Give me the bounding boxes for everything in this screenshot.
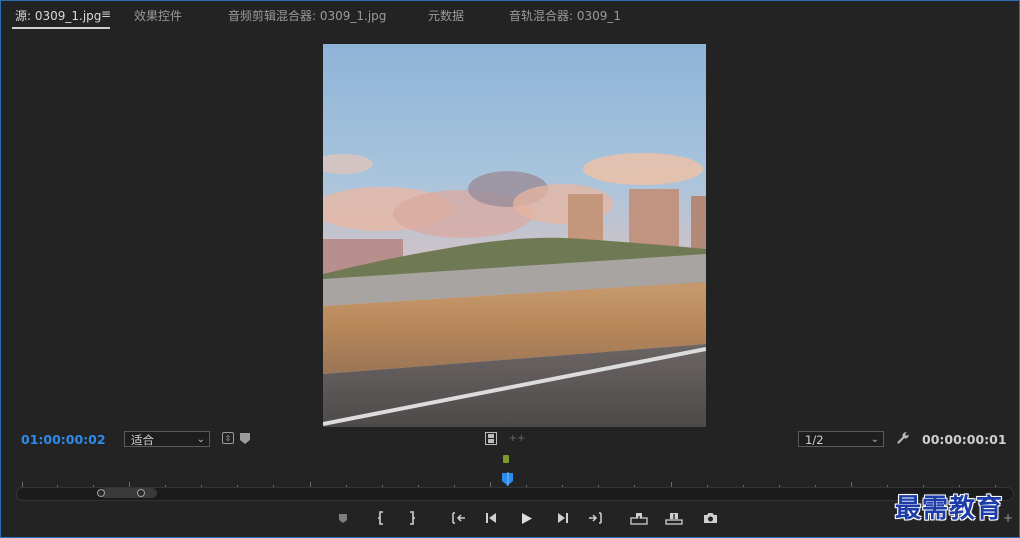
tab-source[interactable]: 源: 0309_1.jpg [15,7,101,24]
zoom-scrollbar[interactable] [16,487,1014,501]
tab-audio-clip-mixer[interactable]: 音频剪辑混合器: 0309_1.jpg [228,7,386,24]
play-button[interactable] [516,508,538,528]
zoom-scrollbar-left-handle[interactable] [97,489,105,497]
chevron-down-icon: ⌄ [196,434,205,445]
active-tab-indicator [12,27,110,29]
playback-resolution-value: 1/2 [805,433,824,447]
filmstrip-icon[interactable] [484,431,498,445]
playhead-timecode[interactable]: 01:00:00:02 [21,432,106,447]
playback-resolution-select[interactable]: 1/2 ⌄ [798,431,884,447]
mark-in-button[interactable] [370,508,392,528]
audio-waveform-icon[interactable]: ++ [509,432,526,444]
duration-timecode: 00:00:00:01 [922,432,1007,447]
go-to-out-button[interactable] [585,508,607,528]
monitor-control-row: 01:00:00:02 适合 ⌄ ⇳ ++ 1/2 ⌄ 00:00:00:01 [1,427,1019,451]
mark-out-button[interactable] [401,508,423,528]
wrench-icon[interactable] [895,430,911,446]
tab-metadata[interactable]: 元数据 [428,7,464,24]
camera-icon[interactable] [699,508,721,528]
step-back-button[interactable] [481,508,503,528]
overwrite-button[interactable] [663,508,685,528]
add-button-plus-icon[interactable]: + [1003,511,1013,525]
add-marker-button[interactable] [332,508,354,528]
source-preview-image[interactable] [323,44,706,427]
zoom-scrollbar-thumb[interactable] [100,488,157,498]
drop-frame-toggle-icon[interactable]: ⇳ [222,432,234,444]
insert-button[interactable] [628,508,650,528]
chevron-down-icon: ⌄ [870,434,879,445]
panel-menu-icon[interactable]: ≡ [101,7,111,21]
zoom-scrollbar-right-handle[interactable] [137,489,145,497]
watermark-logo: 最需教育 [895,494,1004,524]
marker-shield-icon[interactable] [238,432,251,445]
preview-photo [323,44,706,427]
source-monitor-panel: 源: 0309_1.jpg ≡ 效果控件 音频剪辑混合器: 0309_1.jpg… [0,0,1020,538]
step-forward-button[interactable] [551,508,573,528]
panel-tab-bar: 源: 0309_1.jpg ≡ 效果控件 音频剪辑混合器: 0309_1.jpg… [1,1,1019,31]
zoom-level-select[interactable]: 适合 ⌄ [124,431,210,447]
in-point-marker[interactable] [503,455,509,463]
tab-effect-controls[interactable]: 效果控件 [134,7,182,24]
tab-audio-track-mixer[interactable]: 音轨混合器: 0309_1 [509,7,621,24]
playhead[interactable] [501,471,515,486]
zoom-level-value: 适合 [131,433,154,447]
go-to-in-button[interactable] [447,508,469,528]
